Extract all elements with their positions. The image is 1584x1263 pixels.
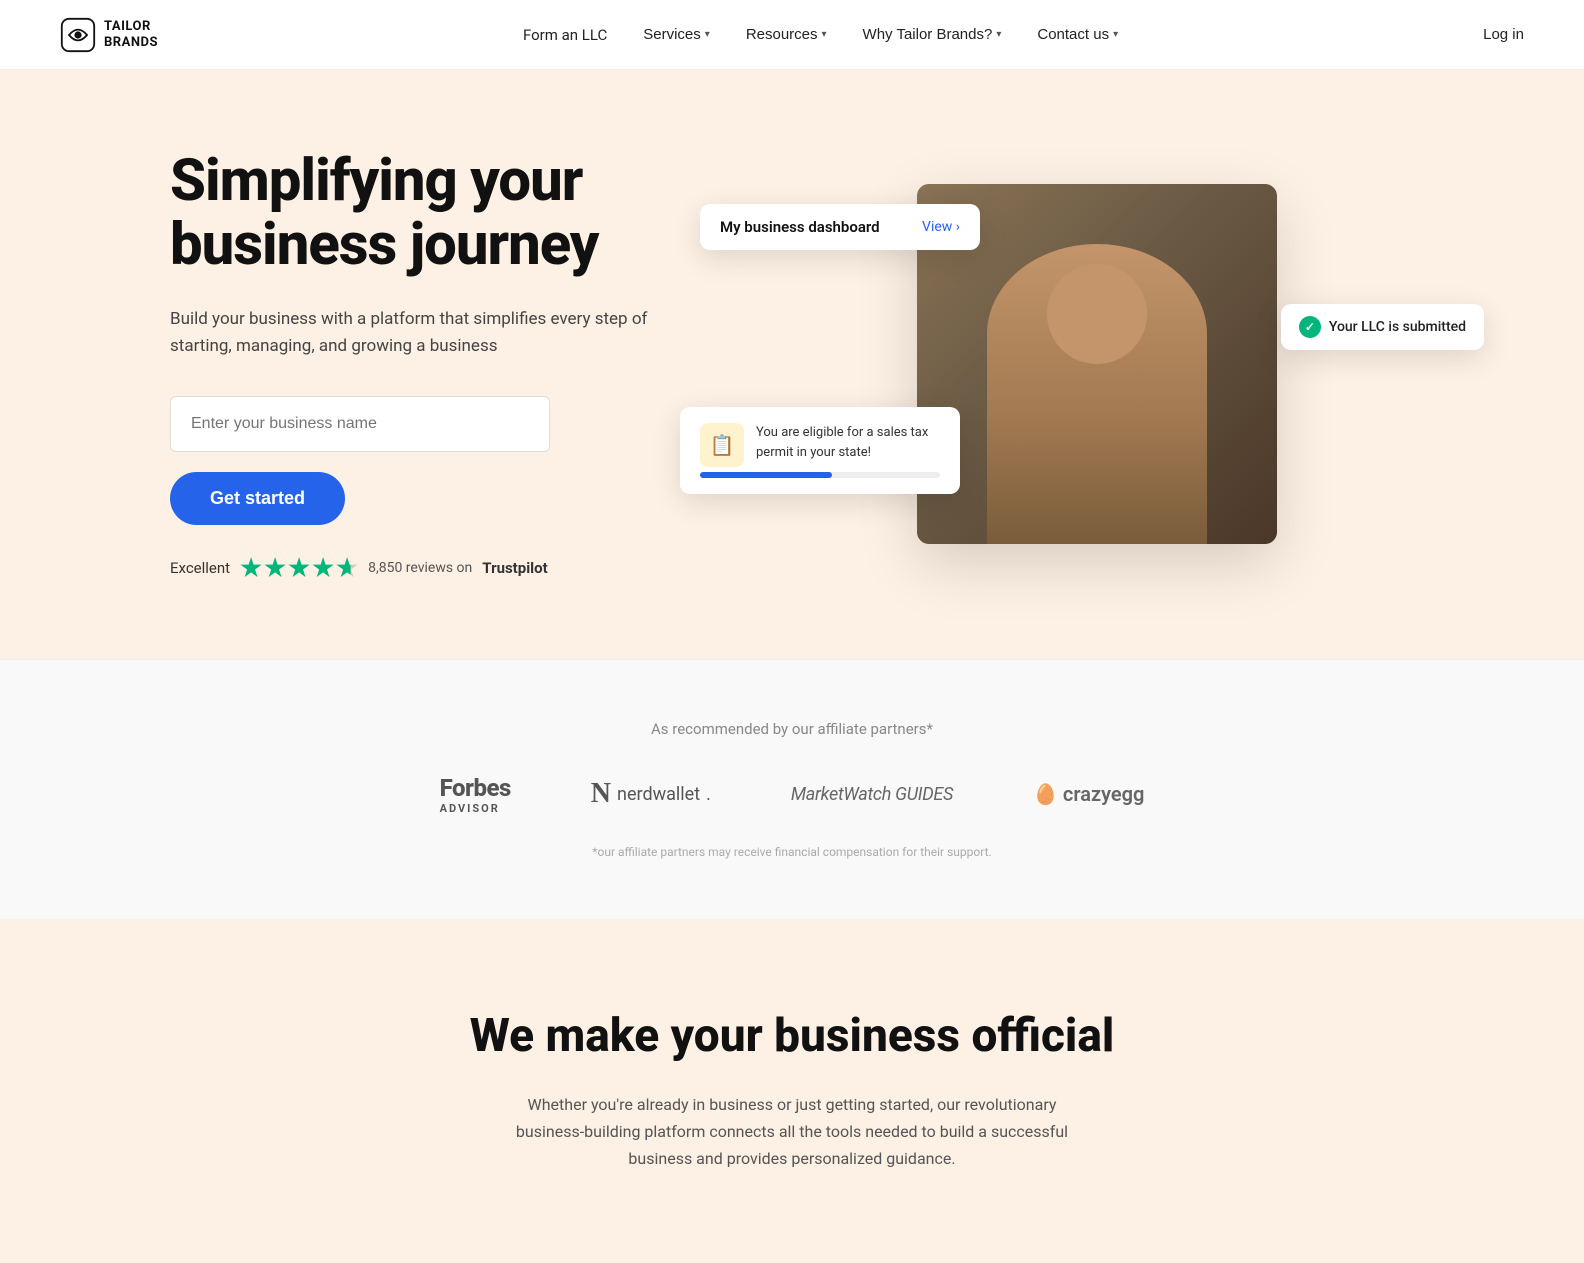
bottom-text: Whether you're already in business or ju… xyxy=(492,1091,1092,1173)
nav-services[interactable]: Services ▾ xyxy=(643,26,710,43)
star-2 xyxy=(264,557,286,579)
check-icon: ✓ xyxy=(1299,316,1321,338)
chevron-down-icon: ▾ xyxy=(1113,29,1118,40)
nav-form-llc[interactable]: Form an LLC xyxy=(523,26,607,44)
business-name-input[interactable] xyxy=(170,396,550,452)
hero-section: Simplifying your business journey Build … xyxy=(0,70,1584,659)
dashboard-card: My business dashboard View › xyxy=(700,204,980,250)
partners-logos: Forbes ADVISOR N nerdwallet . MarketWatc… xyxy=(120,774,1464,815)
hero-subtitle: Build your business with a platform that… xyxy=(170,306,650,360)
hero-right: My business dashboard View › ✓ Your LLC … xyxy=(730,184,1464,544)
dashboard-card-title: My business dashboard xyxy=(720,218,880,236)
sales-tax-icon: 📋 xyxy=(700,423,744,467)
nav-why-tailor[interactable]: Why Tailor Brands? ▾ xyxy=(863,26,1002,43)
hero-title: Simplifying your business journey xyxy=(170,150,730,278)
nav-contact[interactable]: Contact us ▾ xyxy=(1037,26,1118,43)
star-5-half xyxy=(336,557,358,579)
trustpilot-brand: Trustpilot xyxy=(482,559,547,577)
partners-label: As recommended by our affiliate partners… xyxy=(120,720,1464,738)
nav-actions: Log in xyxy=(1483,26,1524,43)
star-4 xyxy=(312,557,334,579)
logo-text: TAILORBRANDS xyxy=(104,19,158,50)
sales-tax-progress-bar xyxy=(700,472,940,478)
login-button[interactable]: Log in xyxy=(1483,26,1524,43)
hero-left: Simplifying your business journey Build … xyxy=(170,150,730,579)
logo[interactable]: TAILORBRANDS xyxy=(60,17,158,53)
partners-section: As recommended by our affiliate partners… xyxy=(0,659,1584,919)
chevron-down-icon: ▾ xyxy=(705,29,710,40)
sales-tax-progress-fill xyxy=(700,472,832,478)
logo-icon xyxy=(60,17,96,53)
star-3 xyxy=(288,557,310,579)
trustpilot-row: Excellent 8,850 reviews on Trustpilot xyxy=(170,557,730,579)
sales-tax-card: 📋 You are eligible for a sales tax permi… xyxy=(680,407,960,494)
get-started-button[interactable]: Get started xyxy=(170,472,345,525)
partners-disclaimer: *our affiliate partners may receive fina… xyxy=(120,845,1464,859)
forbes-logo: Forbes ADVISOR xyxy=(440,774,511,815)
navbar: TAILORBRANDS Form an LLC Services ▾ Reso… xyxy=(0,0,1584,70)
chevron-down-icon: ▾ xyxy=(996,29,1001,40)
trustpilot-reviews: 8,850 reviews on xyxy=(368,560,472,576)
bottom-section: We make your business official Whether y… xyxy=(0,919,1584,1263)
dashboard-view-link[interactable]: View › xyxy=(922,219,960,235)
marketwatch-logo: MarketWatch GUIDES xyxy=(791,784,953,805)
llc-badge-text: Your LLC is submitted xyxy=(1329,319,1466,335)
bottom-title: We make your business official xyxy=(300,1009,1284,1063)
star-1 xyxy=(240,557,262,579)
nav-resources[interactable]: Resources ▾ xyxy=(746,26,827,43)
nav-links: Form an LLC Services ▾ Resources ▾ Why T… xyxy=(523,26,1118,44)
llc-badge: ✓ Your LLC is submitted xyxy=(1281,304,1484,350)
chevron-down-icon: ▾ xyxy=(822,29,827,40)
trustpilot-excellent: Excellent xyxy=(170,559,230,577)
crazyegg-logo: 🥚 crazyegg xyxy=(1033,782,1144,806)
trustpilot-stars xyxy=(240,557,358,579)
nerdwallet-logo: N nerdwallet . xyxy=(591,778,711,810)
